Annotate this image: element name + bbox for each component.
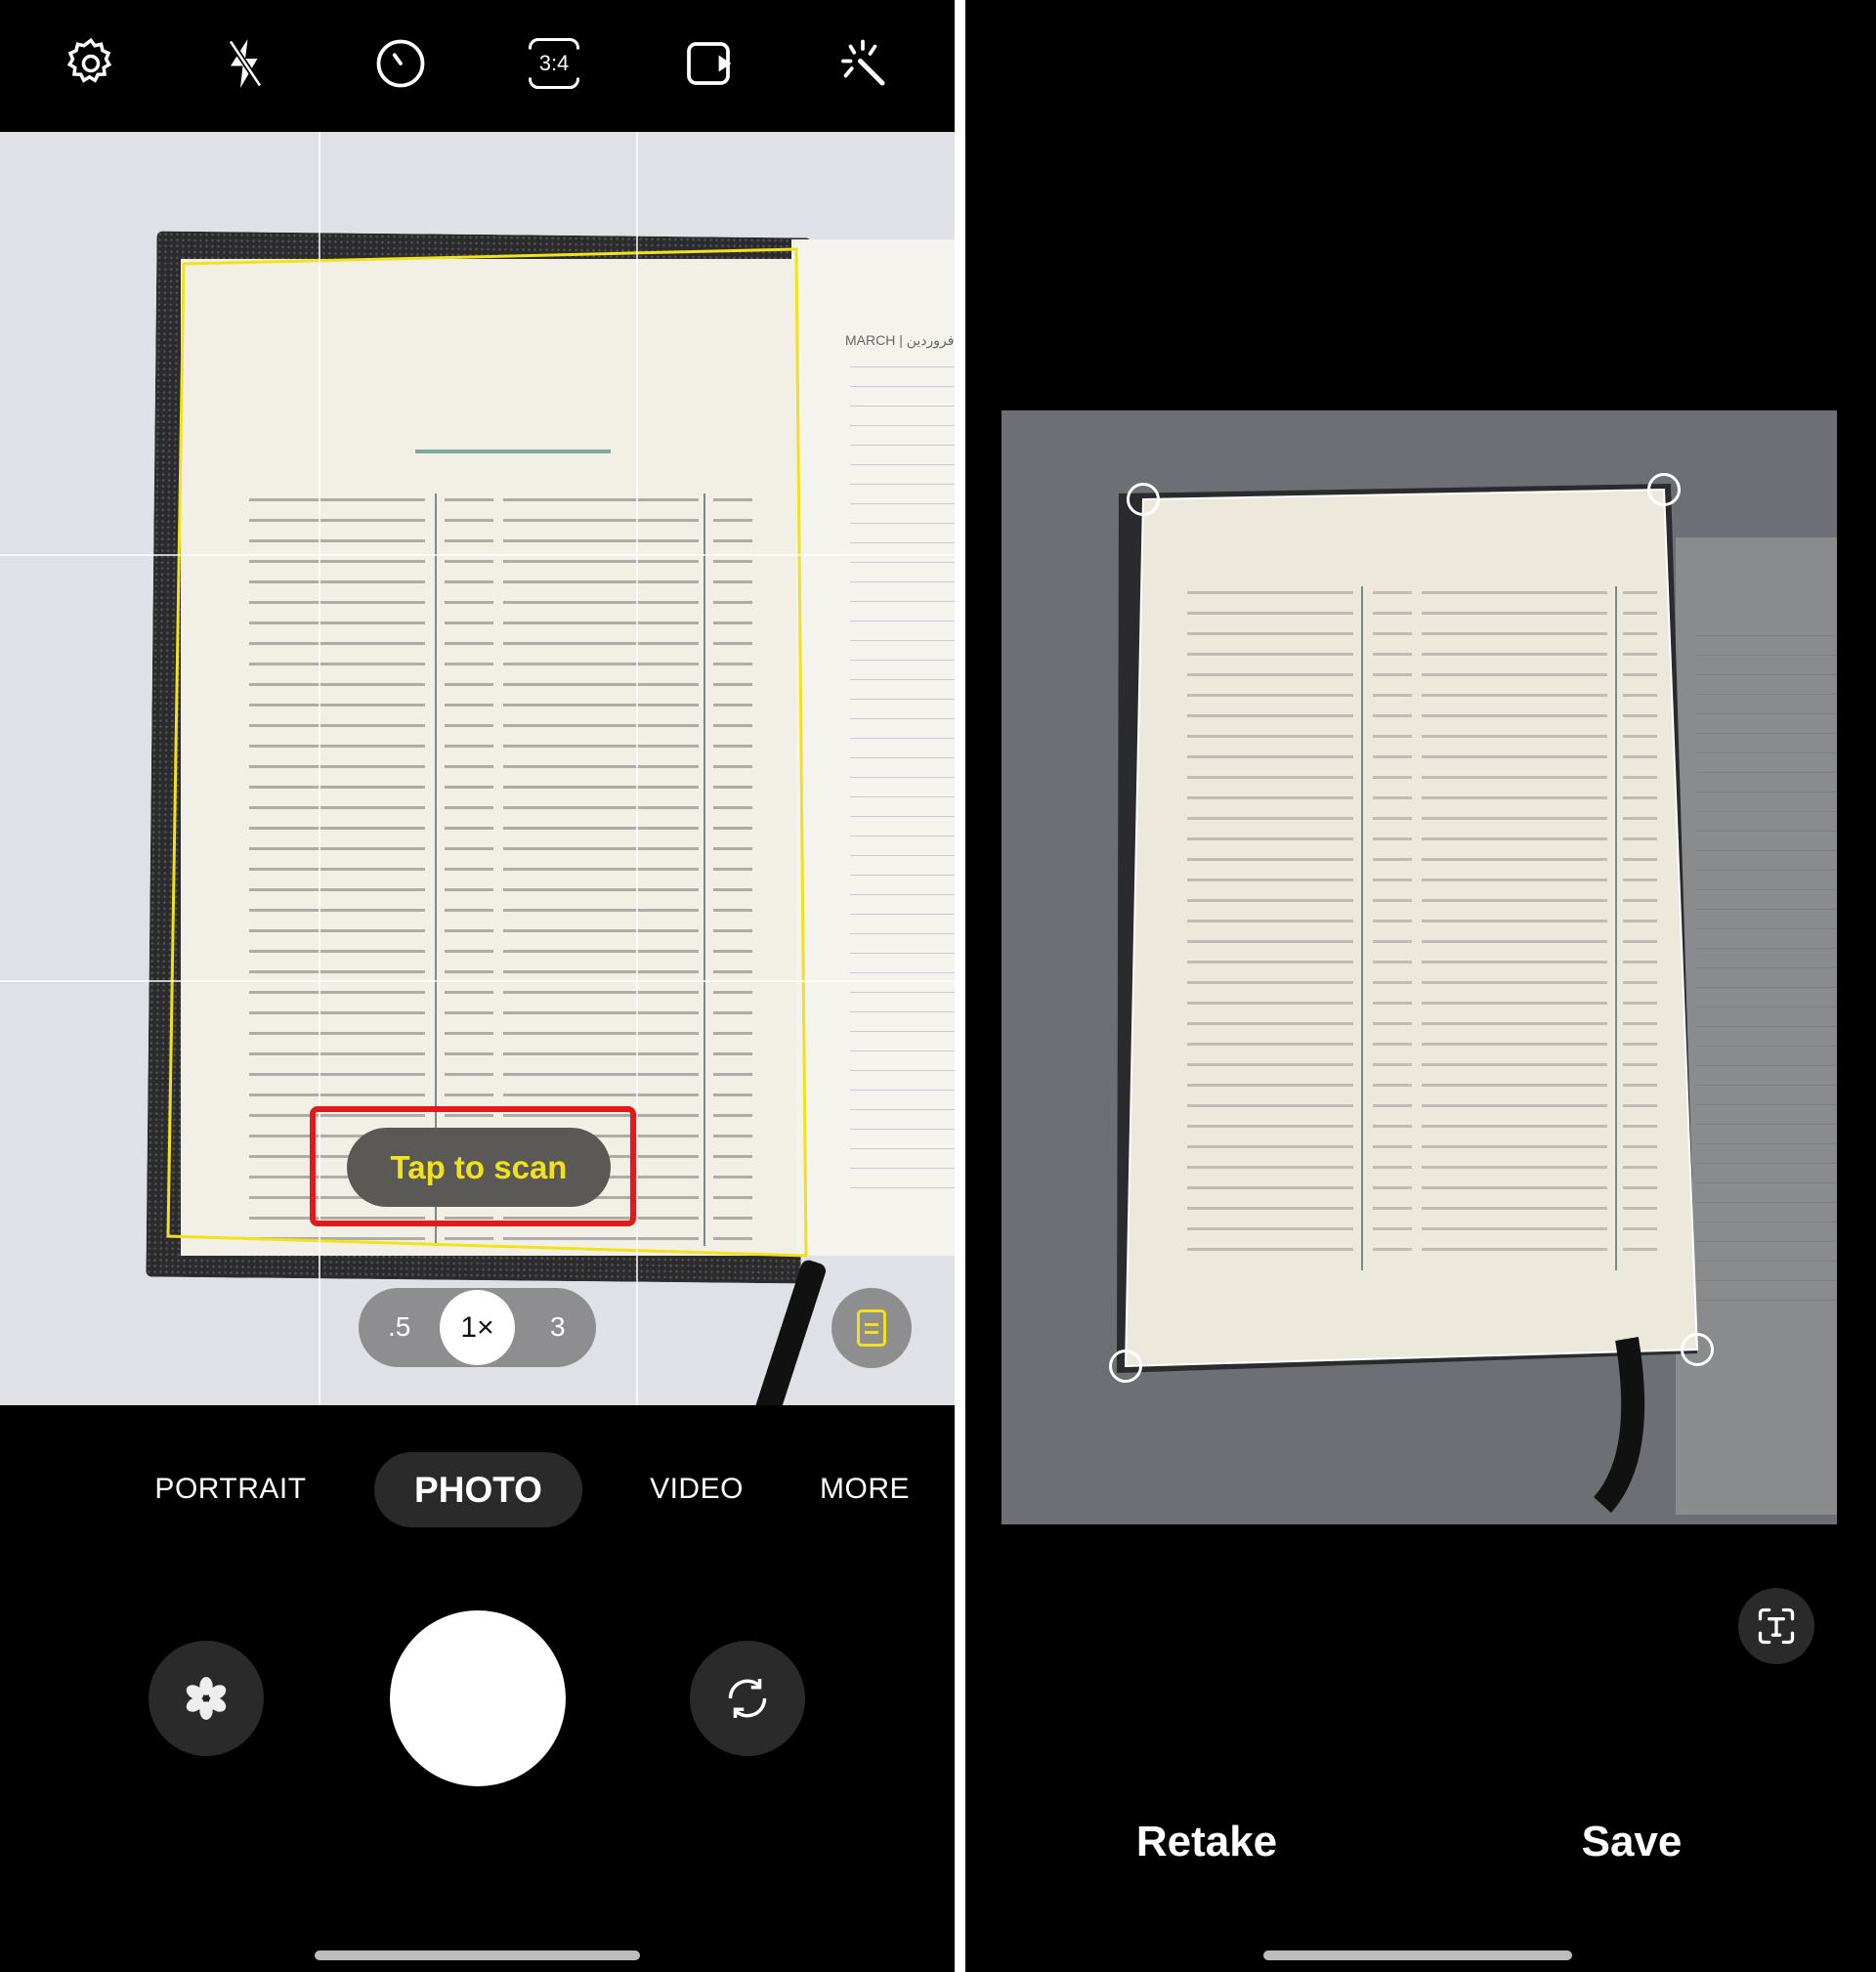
aspect-ratio-label: 3:4 [538, 51, 570, 75]
mode-photo-label: PHOTO [414, 1469, 542, 1510]
zoom-3-button[interactable]: 3 [550, 1311, 566, 1343]
grid-line [0, 554, 955, 556]
gear-icon[interactable] [62, 34, 120, 93]
shutter-button[interactable] [390, 1610, 566, 1786]
panel-divider [955, 0, 965, 1972]
save-button[interactable]: Save [1582, 1818, 1683, 1866]
text-extract-button[interactable] [1738, 1588, 1814, 1664]
tap-to-scan-button[interactable]: Tap to scan [347, 1128, 611, 1207]
zoom-1x-label: 1× [460, 1310, 494, 1344]
home-indicator[interactable] [1263, 1951, 1572, 1960]
filters-button[interactable] [149, 1641, 264, 1756]
zoom-selector: .5 1× 3 [359, 1288, 596, 1367]
motion-photo-icon[interactable] [679, 34, 738, 93]
camera-top-bar: 3:4 [0, 0, 955, 132]
home-indicator[interactable] [315, 1951, 640, 1960]
crop-handle-bottom-left[interactable] [1109, 1350, 1142, 1383]
tap-to-scan-label: Tap to scan [390, 1148, 568, 1185]
flip-camera-icon [728, 1679, 767, 1718]
crop-handle-bottom-right[interactable] [1681, 1333, 1714, 1366]
mode-video[interactable]: VIDEO [650, 1473, 744, 1506]
zoom-1x-button[interactable]: 1× [440, 1290, 515, 1365]
mode-portrait[interactable]: PORTRAIT [154, 1473, 306, 1506]
grid-line [0, 980, 955, 982]
viewfinder[interactable]: MARCH | فروردین Tap to scan .5 1× 3 [0, 132, 955, 1405]
text-extract-icon [1758, 1608, 1795, 1645]
document-scan-button[interactable] [831, 1288, 912, 1368]
flip-camera-button[interactable] [690, 1641, 805, 1756]
filters-flower-icon [186, 1677, 227, 1720]
mode-more[interactable]: MORE [820, 1473, 910, 1506]
aspect-ratio-icon[interactable]: 3:4 [529, 38, 579, 89]
grid-line [636, 132, 638, 1405]
flash-off-icon[interactable] [216, 34, 275, 93]
crop-handle-top-left[interactable] [1127, 483, 1160, 516]
document-scan-icon [857, 1309, 886, 1347]
timer-icon[interactable] [371, 34, 430, 93]
crop-handle-top-right[interactable] [1647, 473, 1681, 506]
zoom-0.5-button[interactable]: .5 [388, 1311, 410, 1343]
effects-wand-icon[interactable] [833, 34, 892, 93]
retake-button[interactable]: Retake [1136, 1818, 1277, 1866]
mode-photo[interactable]: PHOTO [374, 1452, 582, 1527]
